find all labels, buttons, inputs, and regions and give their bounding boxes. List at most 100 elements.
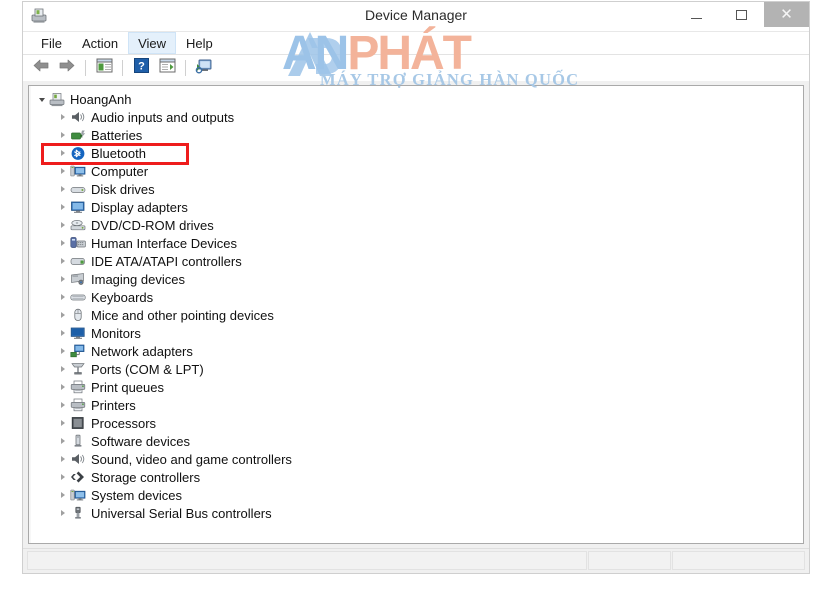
close-button[interactable]: ✕ xyxy=(764,2,809,27)
properties-button[interactable] xyxy=(155,57,179,79)
tree-node-network-adapters[interactable]: Network adapters xyxy=(35,342,803,360)
tree-node-disk-drives[interactable]: Disk drives xyxy=(35,180,803,198)
tree-node-label: Monitors xyxy=(91,325,141,341)
tree-node-dvd-cd-rom-drives[interactable]: DVD/CD-ROM drives xyxy=(35,216,803,234)
tree-node-label: Network adapters xyxy=(91,343,193,359)
processor-icon xyxy=(69,415,87,431)
back-button[interactable] xyxy=(29,57,53,79)
menu-action[interactable]: Action xyxy=(72,32,128,54)
expander-collapsed[interactable] xyxy=(56,108,69,126)
tree-node-computer[interactable]: Computer xyxy=(35,162,803,180)
expander-collapsed[interactable] xyxy=(56,486,69,504)
expander-collapsed[interactable] xyxy=(56,306,69,324)
expander-collapsed[interactable] xyxy=(56,450,69,468)
help-button[interactable]: ? xyxy=(129,57,153,79)
tree-node-printers[interactable]: Printers xyxy=(35,396,803,414)
expander-collapsed[interactable] xyxy=(56,270,69,288)
help-question-icon: ? xyxy=(133,58,149,78)
expander-collapsed[interactable] xyxy=(56,360,69,378)
tree-node-processors[interactable]: Processors xyxy=(35,414,803,432)
expander-collapsed[interactable] xyxy=(56,288,69,306)
speaker-icon xyxy=(69,109,87,125)
close-icon: ✕ xyxy=(780,6,793,23)
menu-help[interactable]: Help xyxy=(176,32,223,54)
hid-icon xyxy=(69,235,87,251)
tree-node-universal-serial-bus-controllers[interactable]: Universal Serial Bus controllers xyxy=(35,504,803,522)
expander-collapsed[interactable] xyxy=(56,234,69,252)
device-tree-pane[interactable]: HoangAnh Audio inputs and outputs Batter… xyxy=(28,85,804,544)
expander-collapsed[interactable] xyxy=(56,504,69,522)
tree-node-batteries[interactable]: Batteries xyxy=(35,126,803,144)
tree-node-ide-ata-atapi-controllers[interactable]: IDE ATA/ATAPI controllers xyxy=(35,252,803,270)
monitor-icon xyxy=(69,325,87,341)
menu-bar: File Action View Help xyxy=(23,32,809,55)
properties-icon xyxy=(159,58,176,78)
tree-node-bluetooth[interactable]: Bluetooth xyxy=(35,144,803,162)
tree-node-human-interface-devices[interactable]: Human Interface Devices xyxy=(35,234,803,252)
forward-button[interactable] xyxy=(55,57,79,79)
tree-node-display-adapters[interactable]: Display adapters xyxy=(35,198,803,216)
expander-collapsed[interactable] xyxy=(56,324,69,342)
computer-root-icon xyxy=(48,91,66,107)
tree-node-monitors[interactable]: Monitors xyxy=(35,324,803,342)
chevron-right-icon xyxy=(60,384,65,390)
expander-collapsed[interactable] xyxy=(56,198,69,216)
tree-node-audio-inputs-and-outputs[interactable]: Audio inputs and outputs xyxy=(35,108,803,126)
expander-collapsed[interactable] xyxy=(56,378,69,396)
scan-for-hardware-changes-button[interactable] xyxy=(192,57,216,79)
tree-node-software-devices[interactable]: Software devices xyxy=(35,432,803,450)
tree-node-label: IDE ATA/ATAPI controllers xyxy=(91,253,242,269)
expander-collapsed[interactable] xyxy=(56,252,69,270)
scan-for-hardware-changes-icon xyxy=(195,58,213,79)
tree-node-system-devices[interactable]: System devices xyxy=(35,486,803,504)
expander-collapsed[interactable] xyxy=(56,180,69,198)
tree-node-label: Ports (COM & LPT) xyxy=(91,361,204,377)
tree-node-label: Sound, video and game controllers xyxy=(91,451,292,467)
show-hide-console-tree-button[interactable] xyxy=(92,57,116,79)
tree-node-print-queues[interactable]: Print queues xyxy=(35,378,803,396)
computer-icon xyxy=(69,163,87,179)
title-bar: Device Manager ✕ xyxy=(23,2,809,32)
toolbar-separator-2 xyxy=(122,60,123,76)
maximize-button[interactable] xyxy=(719,2,764,27)
storage-controller-icon xyxy=(69,469,87,485)
network-adapter-icon xyxy=(69,343,87,359)
chevron-right-icon xyxy=(60,402,65,408)
tree-node-label: Software devices xyxy=(91,433,190,449)
tree-node-storage-controllers[interactable]: Storage controllers xyxy=(35,468,803,486)
tree-root-node[interactable]: HoangAnh xyxy=(35,90,803,108)
menu-file[interactable]: File xyxy=(31,32,72,54)
chevron-right-icon xyxy=(60,456,65,462)
tree-node-label: System devices xyxy=(91,487,183,503)
chevron-right-icon xyxy=(60,222,65,228)
tree-node-mice-and-other-pointing-devices[interactable]: Mice and other pointing devices xyxy=(35,306,803,324)
expander-collapsed[interactable] xyxy=(56,126,69,144)
tree-node-label: Audio inputs and outputs xyxy=(91,109,235,125)
device-tree: HoangAnh Audio inputs and outputs Batter… xyxy=(29,86,803,543)
expander-collapsed[interactable] xyxy=(56,396,69,414)
expander-collapsed[interactable] xyxy=(56,144,69,162)
tree-node-keyboards[interactable]: Keyboards xyxy=(35,288,803,306)
chevron-right-icon xyxy=(60,258,65,264)
minimize-button[interactable] xyxy=(674,2,719,27)
tree-node-label: Bluetooth xyxy=(91,145,146,161)
expander-collapsed[interactable] xyxy=(56,432,69,450)
menu-view[interactable]: View xyxy=(128,32,177,54)
print-queue-icon xyxy=(69,379,87,395)
tree-node-sound-video-and-game-controllers[interactable]: Sound, video and game controllers xyxy=(35,450,803,468)
chevron-right-icon xyxy=(60,510,65,516)
expander-collapsed[interactable] xyxy=(56,216,69,234)
display-adapter-icon xyxy=(69,199,87,215)
bluetooth-icon xyxy=(69,145,87,161)
toolbar: ? xyxy=(23,55,809,82)
tree-node-label: Keyboards xyxy=(91,289,154,305)
toolbar-separator-3 xyxy=(185,60,186,76)
chevron-right-icon xyxy=(60,240,65,246)
expander-collapsed[interactable] xyxy=(56,468,69,486)
expander-collapsed[interactable] xyxy=(56,342,69,360)
expander-collapsed[interactable] xyxy=(56,414,69,432)
expander-collapsed[interactable] xyxy=(56,162,69,180)
expander-expanded[interactable] xyxy=(35,90,48,108)
tree-node-ports-com-and-lpt[interactable]: Ports (COM & LPT) xyxy=(35,360,803,378)
tree-node-imaging-devices[interactable]: Imaging devices xyxy=(35,270,803,288)
